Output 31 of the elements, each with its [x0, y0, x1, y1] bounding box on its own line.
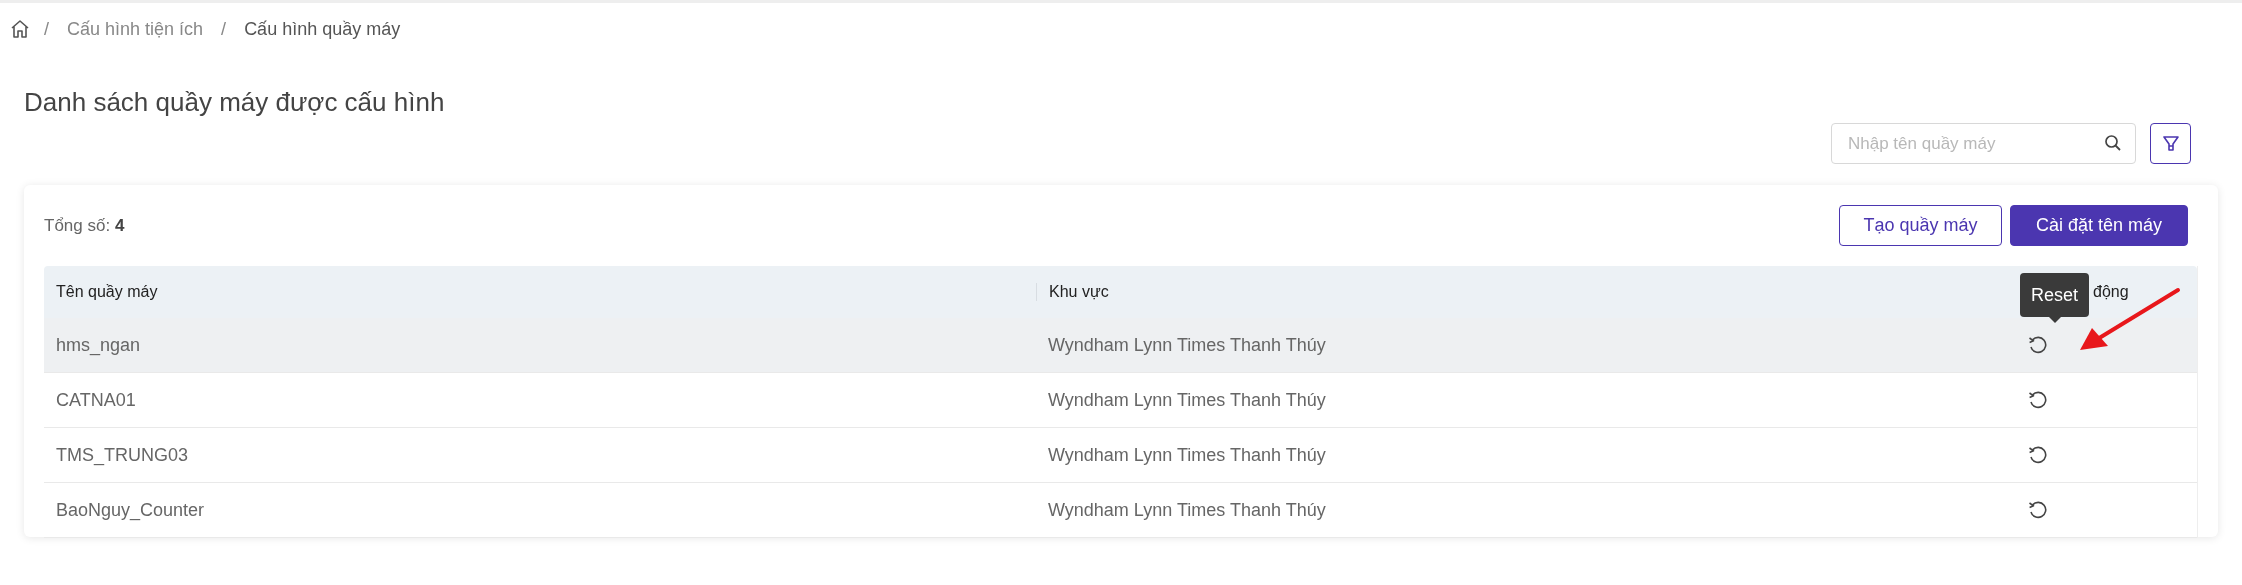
filter-button[interactable] — [2150, 123, 2191, 164]
table-cell-text: Wyndham Lynn Times Thanh Thúy — [1047, 499, 1327, 521]
reset-icon[interactable] — [2027, 499, 2049, 521]
table-row[interactable]: hms_ngan Wyndham Lynn Times Thanh Thúy — [44, 318, 2197, 373]
reset-icon[interactable] — [2027, 389, 2049, 411]
table-cell-text: BaoNguy_Counter — [55, 499, 206, 521]
breadcrumb-item: Cấu hình quầy máy — [244, 18, 401, 40]
table-cell-text: CATNA01 — [55, 389, 137, 411]
table-cell-text: hms_ngan — [55, 334, 142, 356]
breadcrumb-item[interactable]: Cấu hình tiện ích — [67, 18, 204, 40]
reset-icon[interactable] — [2027, 444, 2049, 466]
table-cell-text: Wyndham Lynn Times Thanh Thúy — [1047, 444, 1327, 466]
total-count: Tổng số: 4 — [44, 215, 125, 236]
tooltip: Reset — [2020, 273, 2090, 317]
reset-icon[interactable] — [2027, 334, 2049, 356]
column-header: động — [2093, 283, 2129, 301]
table-cell-text: Wyndham Lynn Times Thanh Thúy — [1047, 389, 1327, 411]
page-title: Danh sách quầy máy được cấu hình — [24, 89, 446, 115]
search-field[interactable]: Nhập tên quầy máy — [1831, 123, 2136, 164]
create-button[interactable]: Tạo quầy máy — [1839, 205, 2002, 246]
set-name-button[interactable]: Cài đặt tên máy — [2010, 205, 2188, 246]
home-icon[interactable] — [10, 19, 30, 39]
tooltip-pointer — [2048, 317, 2061, 323]
search-icon[interactable] — [2104, 134, 2122, 152]
breadcrumb-separator: / — [44, 18, 49, 40]
filter-icon — [2161, 134, 2180, 153]
column-header: Tên quầy máy — [55, 283, 159, 301]
table-cell-text: TMS_TRUNG03 — [55, 444, 190, 466]
breadcrumb-separator: / — [221, 18, 227, 40]
table-cell-text: Wyndham Lynn Times Thanh Thúy — [1047, 334, 1327, 356]
column-header: Khu vực — [1036, 283, 1888, 301]
